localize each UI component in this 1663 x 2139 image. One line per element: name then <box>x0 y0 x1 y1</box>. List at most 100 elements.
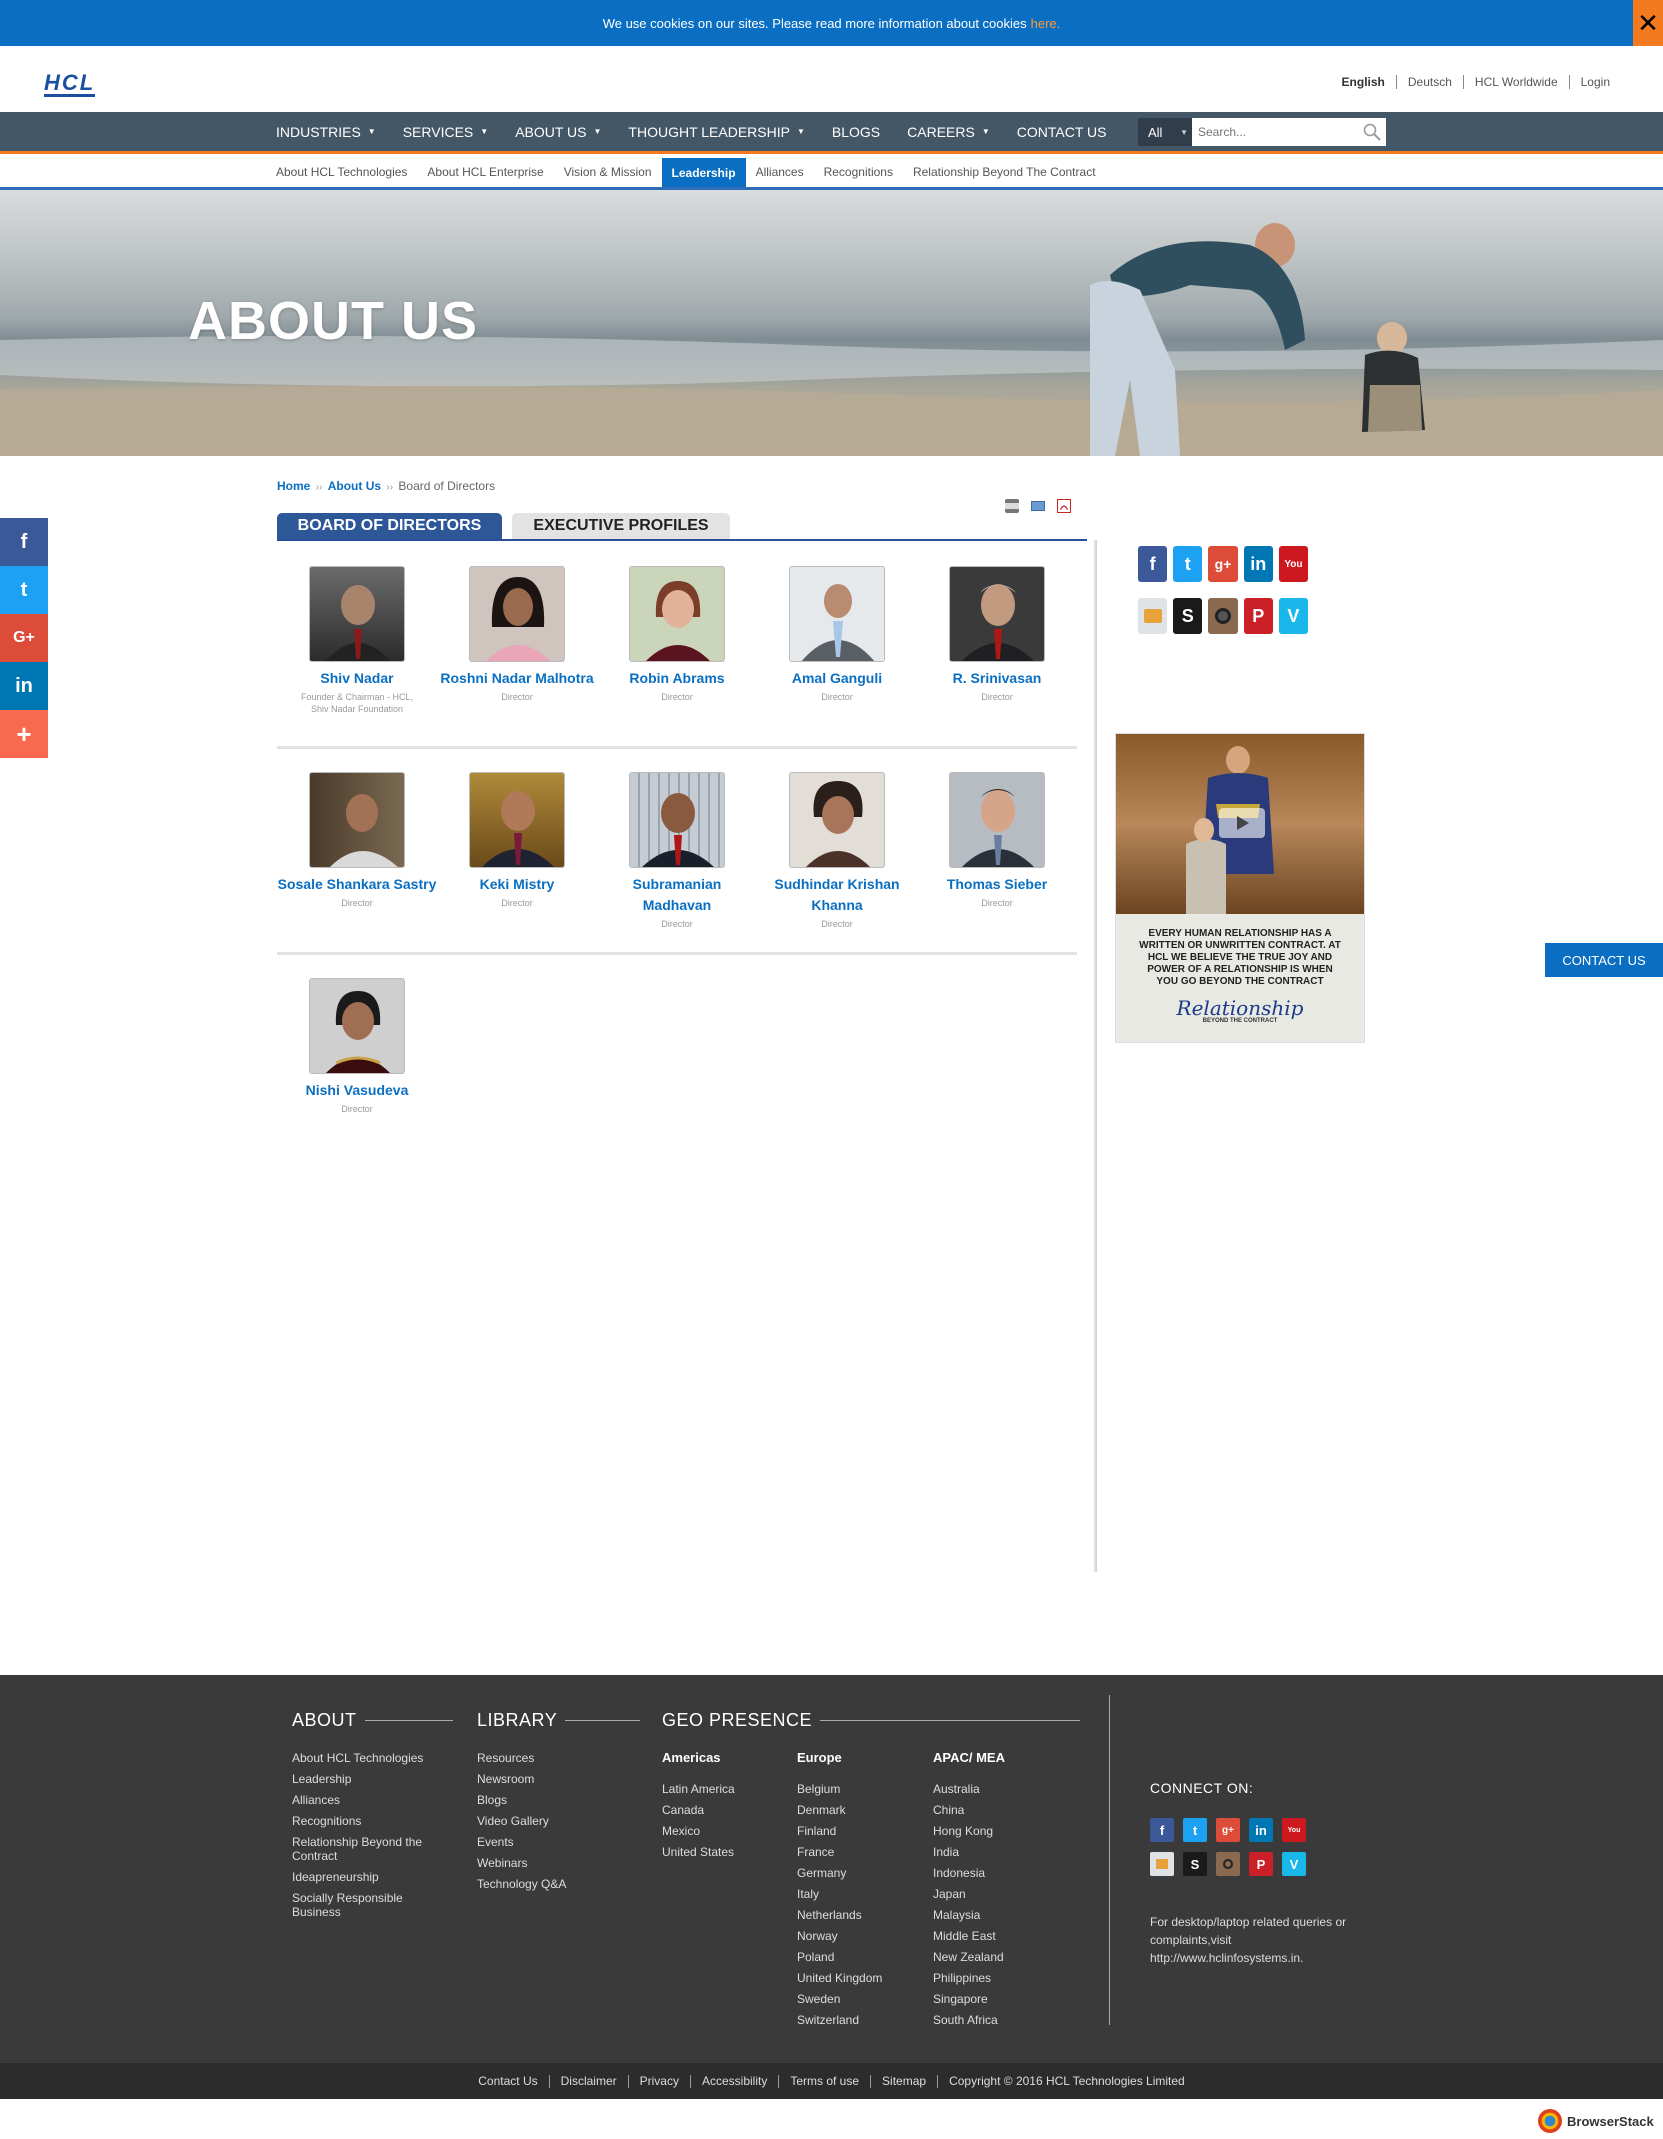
footer-link[interactable]: Video Gallery <box>477 1811 566 1832</box>
subnav-about-hcl-enterprise[interactable]: About HCL Enterprise <box>417 157 553 187</box>
vimeo-icon[interactable]: V <box>1282 1852 1306 1876</box>
facebook-icon[interactable]: f <box>1150 1818 1174 1842</box>
subnav-relationship-beyond-contract[interactable]: Relationship Beyond The Contract <box>903 157 1106 187</box>
director-card[interactable]: Nishi Vasudeva Director <box>277 978 437 1115</box>
footer-link[interactable]: Germany <box>797 1863 882 1884</box>
instagram-icon[interactable] <box>1216 1852 1240 1876</box>
director-name[interactable]: R. Srinivasan <box>917 668 1077 689</box>
lang-deutsch-link[interactable]: Deutsch <box>1395 75 1463 89</box>
relationship-ad[interactable]: EVERY HUMAN RELATIONSHIP HAS A WRITTEN O… <box>1115 733 1365 1043</box>
director-card[interactable]: Shiv Nadar Founder & Chairman - HCL, Shi… <box>277 566 437 715</box>
footer-link[interactable]: Middle East <box>933 1926 1004 1947</box>
google-plus-icon[interactable]: g+ <box>1216 1818 1240 1842</box>
scribd-icon[interactable]: S <box>1173 598 1203 634</box>
footer-link[interactable]: China <box>933 1800 1004 1821</box>
nav-about-us[interactable]: ABOUT US ▼ <box>515 124 601 140</box>
director-card[interactable]: Sosale Shankara Sastry Director <box>277 772 437 909</box>
director-name[interactable]: Keki Mistry <box>437 874 597 895</box>
footer-link[interactable]: Blogs <box>477 1790 566 1811</box>
twitter-icon[interactable]: t <box>1173 546 1203 582</box>
subnav-alliances[interactable]: Alliances <box>746 157 814 187</box>
footer-link[interactable]: United Kingdom <box>797 1968 882 1989</box>
google-plus-icon[interactable]: g+ <box>1208 546 1238 582</box>
footer-link[interactable]: Australia <box>933 1779 1004 1800</box>
footer-sitemap-link[interactable]: Sitemap <box>870 2074 937 2088</box>
director-name[interactable]: Amal Ganguli <box>757 668 917 689</box>
linkedin-icon[interactable]: in <box>1243 546 1273 582</box>
tab-board-of-directors[interactable]: BOARD OF DIRECTORS <box>277 513 502 539</box>
footer-link[interactable]: United States <box>662 1842 735 1863</box>
footer-link[interactable]: Socially Responsible Business <box>292 1891 442 1919</box>
footer-link[interactable]: Japan <box>933 1884 1004 1905</box>
footer-link[interactable]: Events <box>477 1832 566 1853</box>
print-icon[interactable] <box>1005 499 1019 513</box>
vimeo-icon[interactable]: V <box>1278 598 1309 634</box>
footer-link[interactable]: Ideapreneurship <box>292 1867 442 1888</box>
hcl-worldwide-link[interactable]: HCL Worldwide <box>1462 75 1569 89</box>
nav-careers[interactable]: CAREERS ▼ <box>907 124 990 140</box>
play-icon[interactable] <box>1219 808 1265 838</box>
footer-link[interactable]: South Africa <box>933 2010 1004 2031</box>
director-card[interactable]: R. Srinivasan Director <box>917 566 1077 703</box>
search-scope-select[interactable]: All ▼ <box>1138 118 1192 146</box>
footer-link[interactable]: Technology Q&A <box>477 1874 566 1895</box>
twitter-icon[interactable]: t <box>0 566 48 614</box>
nav-services[interactable]: SERVICES ▼ <box>403 124 488 140</box>
subnav-leadership[interactable]: Leadership <box>661 158 746 187</box>
footer-link[interactable]: Switzerland <box>797 2010 882 2031</box>
footer-link[interactable]: Canada <box>662 1800 735 1821</box>
footer-link[interactable]: Poland <box>797 1947 882 1968</box>
footer-link[interactable]: New Zealand <box>933 1947 1004 1968</box>
contact-us-float-button[interactable]: CONTACT US <box>1545 943 1663 977</box>
footer-link[interactable]: Netherlands <box>797 1905 882 1926</box>
youtube-icon[interactable]: You <box>1282 1818 1306 1842</box>
breadcrumb-home[interactable]: Home <box>277 479 310 493</box>
director-card[interactable]: Amal Ganguli Director <box>757 566 917 703</box>
subnav-recognitions[interactable]: Recognitions <box>814 157 903 187</box>
footer-link[interactable]: Norway <box>797 1926 882 1947</box>
scribd-icon[interactable]: S <box>1183 1852 1207 1876</box>
director-card[interactable]: Keki Mistry Director <box>437 772 597 909</box>
hcl-logo[interactable]: HCL <box>44 70 96 97</box>
director-name[interactable]: Sudhindar Krishan Khanna <box>757 874 917 916</box>
footer-link[interactable]: Singapore <box>933 1989 1004 2010</box>
footer-contact-link[interactable]: Contact Us <box>467 2074 548 2088</box>
close-icon[interactable]: ✕ <box>1633 0 1663 46</box>
linkedin-icon[interactable]: in <box>0 662 48 710</box>
director-card[interactable]: Thomas Sieber Director <box>917 772 1077 909</box>
instagram-icon[interactable] <box>1208 598 1238 634</box>
twitter-icon[interactable]: t <box>1183 1818 1207 1842</box>
director-name[interactable]: Robin Abrams <box>597 668 757 689</box>
pdf-icon[interactable] <box>1057 499 1071 513</box>
footer-link[interactable]: Webinars <box>477 1853 566 1874</box>
footer-link[interactable]: India <box>933 1842 1004 1863</box>
director-card[interactable]: Robin Abrams Director <box>597 566 757 703</box>
nav-thought-leadership[interactable]: THOUGHT LEADERSHIP ▼ <box>628 124 804 140</box>
pinterest-icon[interactable]: P <box>1243 598 1273 634</box>
facebook-icon[interactable]: f <box>0 518 48 566</box>
footer-link[interactable]: Finland <box>797 1821 882 1842</box>
footer-link[interactable]: Philippines <box>933 1968 1004 1989</box>
footer-accessibility-link[interactable]: Accessibility <box>689 2074 778 2088</box>
google-plus-icon[interactable]: G+ <box>0 614 48 662</box>
nav-contact-us[interactable]: CONTACT US <box>1017 124 1107 140</box>
footer-link[interactable]: Denmark <box>797 1800 882 1821</box>
footer-disclaimer-link[interactable]: Disclaimer <box>548 2074 628 2088</box>
footer-link[interactable]: Alliances <box>292 1790 442 1811</box>
pinterest-icon[interactable]: P <box>1249 1852 1273 1876</box>
email-icon[interactable] <box>1031 501 1045 511</box>
share-plus-icon[interactable]: + <box>0 710 48 758</box>
footer-link[interactable]: Hong Kong <box>933 1821 1004 1842</box>
slideshare-icon[interactable] <box>1150 1852 1174 1876</box>
youtube-icon[interactable]: You <box>1278 546 1309 582</box>
director-name[interactable]: Thomas Sieber <box>917 874 1077 895</box>
director-name[interactable]: Shiv Nadar <box>277 668 437 689</box>
facebook-icon[interactable]: f <box>1138 546 1168 582</box>
footer-link[interactable]: France <box>797 1842 882 1863</box>
subnav-vision-mission[interactable]: Vision & Mission <box>554 157 662 187</box>
footer-link[interactable]: Recognitions <box>292 1811 442 1832</box>
footer-privacy-link[interactable]: Privacy <box>627 2074 690 2088</box>
footer-link[interactable]: Leadership <box>292 1769 442 1790</box>
nav-industries[interactable]: INDUSTRIES ▼ <box>276 124 376 140</box>
slideshare-icon[interactable] <box>1138 598 1168 634</box>
